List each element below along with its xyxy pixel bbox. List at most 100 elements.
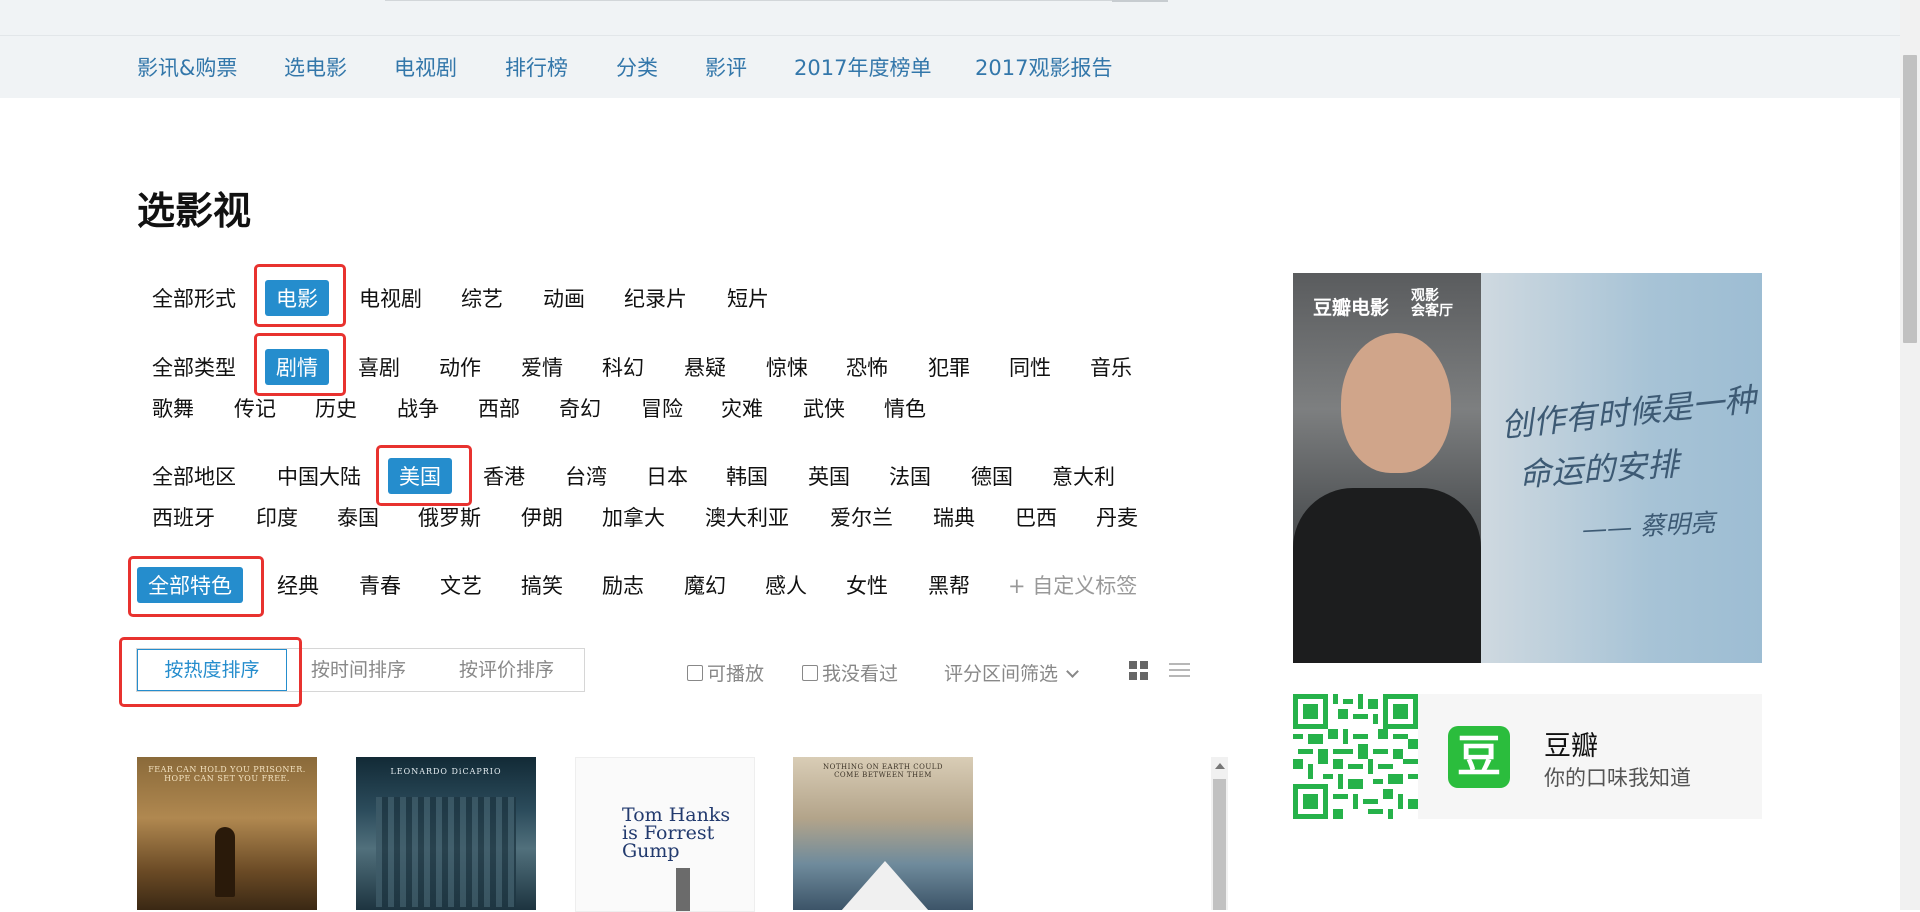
tag-wuxia[interactable]: 武侠 [803,393,845,423]
tag-gangster[interactable]: 黑帮 [928,570,970,600]
tag-all-genres[interactable]: 全部类型 [152,352,236,382]
tag-crime[interactable]: 犯罪 [928,352,970,382]
tag-horror[interactable]: 恐怖 [846,352,888,382]
tag-france[interactable]: 法国 [889,461,931,491]
portrait-shoulders [1293,488,1481,663]
tag-classic[interactable]: 经典 [277,570,319,600]
movie-poster-3[interactable]: Tom Hanks is Forrest Gump [575,757,755,912]
tag-arthouse[interactable]: 文艺 [440,570,482,600]
sort-by-time-button[interactable]: 按时间排序 [311,649,406,691]
tag-musical[interactable]: 歌舞 [152,393,194,423]
search-button-edge[interactable] [1112,0,1168,2]
checkbox-icon[interactable] [802,665,818,681]
chevron-down-icon [1066,665,1079,678]
tag-korea[interactable]: 韩国 [726,461,768,491]
tag-documentary[interactable]: 纪录片 [624,283,687,313]
tag-music[interactable]: 音乐 [1090,352,1132,382]
tag-fantasy[interactable]: 奇幻 [559,393,601,423]
page-scrollbar-thumb[interactable] [1903,55,1917,343]
tag-inspiring[interactable]: 励志 [602,570,644,600]
scroll-up-arrow-icon[interactable] [1215,763,1225,769]
tag-funny[interactable]: 搞笑 [521,570,563,600]
tag-russia[interactable]: 俄罗斯 [418,502,481,532]
tag-all-forms[interactable]: 全部形式 [152,283,236,313]
tag-animation[interactable]: 动画 [543,283,585,313]
tag-magic[interactable]: 魔幻 [684,570,726,600]
nav-item-showtimes[interactable]: 影讯&购票 [137,52,237,82]
tag-taiwan[interactable]: 台湾 [565,461,607,491]
tag-war[interactable]: 战争 [397,393,439,423]
tag-thriller[interactable]: 惊悚 [766,352,808,382]
tag-thailand[interactable]: 泰国 [337,502,379,532]
tag-italy[interactable]: 意大利 [1052,461,1115,491]
qr-code-icon[interactable] [1293,694,1418,819]
tag-comedy[interactable]: 喜剧 [358,352,400,382]
tag-adventure[interactable]: 冒险 [641,393,683,423]
tag-brazil[interactable]: 巴西 [1015,502,1057,532]
nav-item-annual-report[interactable]: 2017观影报告 [975,52,1112,82]
nav-item-explore-movies[interactable]: 选电影 [284,52,347,82]
nav-item-annual-list[interactable]: 2017年度榜单 [794,52,931,82]
tag-female[interactable]: 女性 [846,570,888,600]
tag-touching[interactable]: 感人 [765,570,807,600]
tag-variety[interactable]: 综艺 [461,283,503,313]
tag-iran[interactable]: 伊朗 [521,502,563,532]
tag-ireland[interactable]: 爱尔兰 [830,502,893,532]
tag-biography[interactable]: 传记 [234,393,276,423]
tag-hong-kong[interactable]: 香港 [483,461,525,491]
tag-denmark[interactable]: 丹麦 [1096,502,1138,532]
movie-poster-4[interactable]: NOTHING ON EARTH COULD COME BETWEEN THEM [793,757,973,910]
poster-list-scrollbar[interactable] [1211,757,1228,910]
tag-mystery[interactable]: 悬疑 [684,352,726,382]
portrait-face [1341,333,1451,473]
tag-sweden[interactable]: 瑞典 [933,502,975,532]
promo-banner[interactable]: 豆瓣电影 观影 会客厅 创作有时候是一种 命运的安排 —— 蔡明亮 [1293,273,1762,663]
movie-poster-1[interactable]: FEAR CAN HOLD YOU PRISONER. HOPE CAN SET… [137,757,317,910]
checkbox-icon[interactable] [687,665,703,681]
movie-poster-2[interactable]: LEONARDO DiCAPRIO [356,757,536,910]
tag-erotic[interactable]: 情色 [884,393,926,423]
sort-by-rating-button[interactable]: 按评价排序 [459,649,554,691]
app-slogan: 你的口味我知道 [1544,766,1691,790]
playable-checkbox[interactable]: 可播放 [687,659,764,686]
poster-tagline: NOTHING ON EARTH COULD COME BETWEEN THEM [823,763,943,779]
unwatched-checkbox[interactable]: 我没看过 [802,659,898,686]
page-scrollbar[interactable] [1900,0,1920,910]
tag-western[interactable]: 西部 [478,393,520,423]
tag-australia[interactable]: 澳大利亚 [705,502,789,532]
nav-item-categories[interactable]: 分类 [616,52,658,82]
tag-scifi[interactable]: 科幻 [602,352,644,382]
douban-app-icon[interactable]: 豆 [1448,726,1510,788]
tag-india[interactable]: 印度 [256,502,298,532]
nav-item-charts[interactable]: 排行榜 [505,52,568,82]
poster-title: Tom Hanks is Forrest Gump [622,804,731,862]
tag-canada[interactable]: 加拿大 [602,502,665,532]
tag-germany[interactable]: 德国 [971,461,1013,491]
tag-lgbt[interactable]: 同性 [1009,352,1051,382]
grid-view-icon[interactable] [1129,661,1148,680]
poster-cityscape [376,797,516,907]
tag-uk[interactable]: 英国 [808,461,850,491]
tag-history[interactable]: 历史 [315,393,357,423]
tag-disaster[interactable]: 灾难 [721,393,763,423]
tag-youth[interactable]: 青春 [359,570,401,600]
poster-ship [841,861,929,910]
tag-romance[interactable]: 爱情 [521,352,563,382]
search-input-edge[interactable] [385,0,1165,1]
scrollbar-thumb[interactable] [1213,779,1226,910]
tag-action[interactable]: 动作 [439,352,481,382]
banner-sub-brand: 观影 会客厅 [1411,289,1453,319]
rating-range-filter[interactable]: 评分区间筛选 [944,659,1079,686]
tag-japan[interactable]: 日本 [646,461,688,491]
nav-item-tv[interactable]: 电视剧 [394,52,457,82]
tag-tv-series[interactable]: 电视剧 [359,283,422,313]
nav-item-reviews[interactable]: 影评 [705,52,747,82]
tag-all-regions[interactable]: 全部地区 [152,461,236,491]
banner-sub-brand-line1: 观影 [1411,288,1439,304]
add-custom-tag-button[interactable]: + 自定义标签 [1008,570,1137,600]
list-view-icon[interactable] [1169,661,1190,680]
tag-mainland-china[interactable]: 中国大陆 [277,461,361,491]
tag-short[interactable]: 短片 [727,283,769,313]
poster-figure [215,827,235,897]
tag-spain[interactable]: 西班牙 [152,502,215,532]
